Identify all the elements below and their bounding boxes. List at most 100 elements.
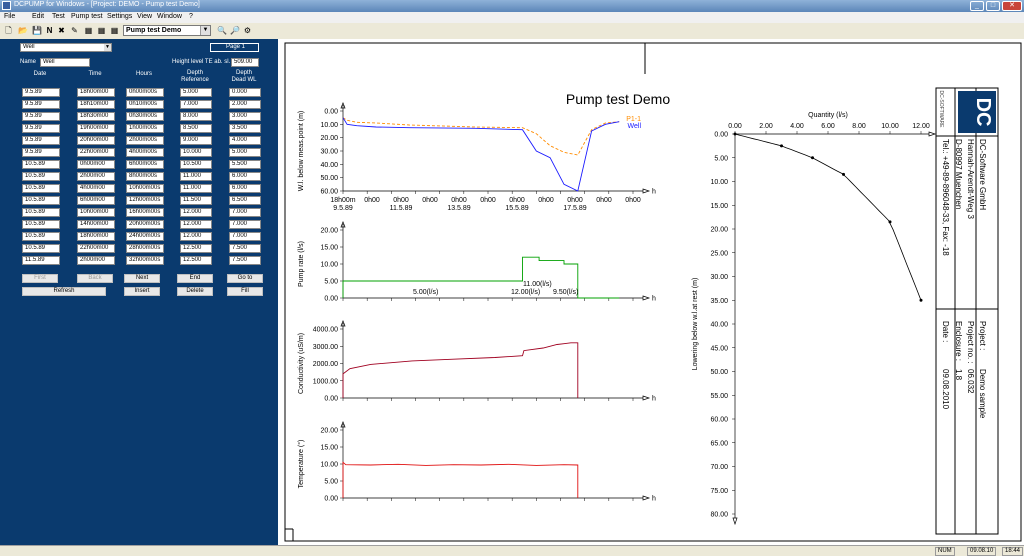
date-cell[interactable]: 9.5.89 xyxy=(22,148,60,157)
time-cell[interactable]: 2h00m00 xyxy=(77,172,115,181)
date-cell[interactable]: 10.5.89 xyxy=(22,160,60,169)
edit-pencil-icon[interactable]: ✎ xyxy=(70,26,79,35)
delete-icon[interactable]: ✖ xyxy=(57,26,66,35)
time-cell[interactable]: 18h30m00 xyxy=(77,112,115,121)
depth-dead-cell[interactable]: 5.000 xyxy=(229,148,261,157)
insert-button[interactable]: Insert xyxy=(124,287,160,296)
name-field[interactable]: Well xyxy=(40,58,90,67)
depth-ref-cell[interactable]: 9.000 xyxy=(180,136,212,145)
hours-cell[interactable]: 2h00m00s xyxy=(126,136,164,145)
date-cell[interactable]: 9.5.89 xyxy=(22,88,60,97)
menu-file[interactable]: File xyxy=(4,13,15,20)
depth-dead-cell[interactable]: 7.000 xyxy=(229,220,261,229)
date-cell[interactable]: 10.5.89 xyxy=(22,184,60,193)
new-test-icon[interactable]: N xyxy=(45,26,54,35)
goto-button[interactable]: Go to xyxy=(227,274,263,283)
date-cell[interactable]: 10.5.89 xyxy=(22,232,60,241)
depth-dead-cell[interactable]: 0.000 xyxy=(229,88,261,97)
depth-ref-cell[interactable]: 7.000 xyxy=(180,100,212,109)
date-cell[interactable]: 9.5.89 xyxy=(22,100,60,109)
hours-cell[interactable]: 8h00m00s xyxy=(126,172,164,181)
depth-dead-cell[interactable]: 7.500 xyxy=(229,244,261,253)
hours-cell[interactable]: 1h00m00s xyxy=(126,124,164,133)
hours-cell[interactable]: 4h00m00s xyxy=(126,148,164,157)
depth-ref-cell[interactable]: 12.000 xyxy=(180,232,212,241)
first-button[interactable]: First xyxy=(22,274,58,283)
hours-cell[interactable]: 12h00m00s xyxy=(126,196,164,205)
hours-cell[interactable]: 0h10m00s xyxy=(126,100,164,109)
date-cell[interactable]: 11.5.89 xyxy=(22,256,60,265)
minimize-button[interactable]: _ xyxy=(970,1,984,11)
maximize-button[interactable]: □ xyxy=(986,1,1000,11)
zoom-out-icon[interactable]: 🔎 xyxy=(230,26,240,35)
depth-ref-cell[interactable]: 11.000 xyxy=(180,172,212,181)
menu-settings[interactable]: Settings xyxy=(107,13,132,20)
date-cell[interactable]: 9.5.89 xyxy=(22,136,60,145)
depth-ref-cell[interactable]: 10.000 xyxy=(180,148,212,157)
close-button[interactable]: ✕ xyxy=(1002,1,1022,11)
depth-ref-cell[interactable]: 12.000 xyxy=(180,208,212,217)
grid-icon-2[interactable]: ▦ xyxy=(97,26,106,35)
zoom-in-icon[interactable]: 🔍 xyxy=(217,26,227,35)
menu-test[interactable]: Test xyxy=(52,13,65,20)
depth-ref-cell[interactable]: 12.500 xyxy=(180,256,212,265)
menu-help[interactable]: ? xyxy=(189,13,193,20)
chevron-down-icon[interactable]: ▼ xyxy=(104,44,111,51)
depth-ref-cell[interactable]: 12.000 xyxy=(180,220,212,229)
depth-ref-cell[interactable]: 11.500 xyxy=(180,196,212,205)
depth-dead-cell[interactable]: 6.000 xyxy=(229,184,261,193)
date-cell[interactable]: 10.5.89 xyxy=(22,208,60,217)
settings-icon[interactable]: ⚙ xyxy=(243,26,252,35)
chevron-down-icon[interactable]: ▼ xyxy=(200,26,210,35)
time-cell[interactable]: 20h00m00 xyxy=(77,136,115,145)
depth-ref-cell[interactable]: 12.500 xyxy=(180,244,212,253)
hours-cell[interactable]: 24h00m00s xyxy=(126,232,164,241)
next-button[interactable]: Next xyxy=(124,274,160,283)
depth-dead-cell[interactable]: 7.500 xyxy=(229,256,261,265)
date-cell[interactable]: 10.5.89 xyxy=(22,196,60,205)
height-field[interactable]: 509.00 xyxy=(231,58,259,67)
depth-ref-cell[interactable]: 8.500 xyxy=(180,124,212,133)
depth-ref-cell[interactable]: 8.000 xyxy=(180,112,212,121)
date-cell[interactable]: 10.5.89 xyxy=(22,172,60,181)
time-cell[interactable]: 22h00m00 xyxy=(77,148,115,157)
time-cell[interactable]: 10h00m00 xyxy=(77,208,115,217)
save-icon[interactable]: 💾 xyxy=(32,26,42,35)
depth-ref-cell[interactable]: 11.000 xyxy=(180,184,212,193)
time-cell[interactable]: 4h00m00 xyxy=(77,184,115,193)
time-cell[interactable]: 6h00m00 xyxy=(77,196,115,205)
hours-cell[interactable]: 0h00m00s xyxy=(126,88,164,97)
back-button[interactable]: Back xyxy=(77,274,113,283)
time-cell[interactable]: 18h00m00 xyxy=(77,88,115,97)
grid-icon-3[interactable]: ▦ xyxy=(110,26,119,35)
hours-cell[interactable]: 10h00m00s xyxy=(126,184,164,193)
well-select[interactable]: Well ▼ xyxy=(20,43,112,52)
time-cell[interactable]: 14h00m00 xyxy=(77,220,115,229)
depth-dead-cell[interactable]: 4.000 xyxy=(229,136,261,145)
test-select[interactable]: Pump test Demo ▼ xyxy=(123,25,211,36)
depth-dead-cell[interactable]: 3.000 xyxy=(229,112,261,121)
depth-ref-cell[interactable]: 5.000 xyxy=(180,88,212,97)
depth-dead-cell[interactable]: 3.500 xyxy=(229,124,261,133)
depth-dead-cell[interactable]: 7.000 xyxy=(229,208,261,217)
hours-cell[interactable]: 0h30m00s xyxy=(126,112,164,121)
refresh-button[interactable]: Refresh xyxy=(22,287,106,296)
grid-icon-1[interactable]: ▦ xyxy=(84,26,93,35)
time-cell[interactable]: 19h00m00 xyxy=(77,124,115,133)
delete-button[interactable]: Delete xyxy=(177,287,213,296)
hours-cell[interactable]: 28h00m00s xyxy=(126,244,164,253)
depth-dead-cell[interactable]: 6.500 xyxy=(229,196,261,205)
depth-dead-cell[interactable]: 6.000 xyxy=(229,172,261,181)
date-cell[interactable]: 9.5.89 xyxy=(22,124,60,133)
fill-button[interactable]: Fill xyxy=(227,287,263,296)
time-cell[interactable]: 2h00m00 xyxy=(77,256,115,265)
date-cell[interactable]: 9.5.89 xyxy=(22,112,60,121)
date-cell[interactable]: 10.5.89 xyxy=(22,220,60,229)
depth-dead-cell[interactable]: 7.000 xyxy=(229,232,261,241)
time-cell[interactable]: 18h10m00 xyxy=(77,100,115,109)
menu-pump-test[interactable]: Pump test xyxy=(71,13,103,20)
open-folder-icon[interactable]: 📂 xyxy=(18,26,28,35)
hours-cell[interactable]: 20h00m00s xyxy=(126,220,164,229)
depth-ref-cell[interactable]: 10.500 xyxy=(180,160,212,169)
time-cell[interactable]: 18h00m00 xyxy=(77,232,115,241)
